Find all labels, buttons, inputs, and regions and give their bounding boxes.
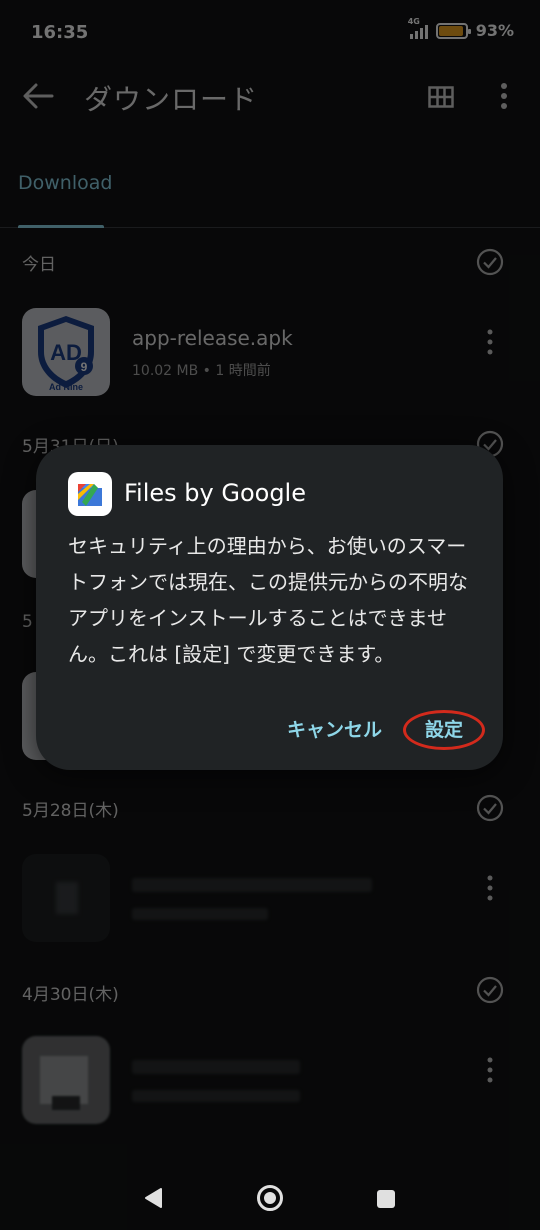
- file-thumbnail: [22, 854, 110, 942]
- status-time: 16:35: [31, 22, 89, 43]
- battery-percent: 93%: [475, 21, 514, 40]
- blurred-file-meta: [132, 1090, 300, 1102]
- dialog-message: セキュリティ上の理由から、お使いのスマートフォンでは現在、この提供元からの不明な…: [68, 534, 468, 666]
- item-more-icon[interactable]: [482, 874, 498, 902]
- status-icons: 4G 93%: [408, 17, 514, 41]
- file-name: app-release.apk: [132, 326, 293, 350]
- back-triangle-icon[interactable]: [143, 1187, 163, 1209]
- section-header-may28: 5月28日(木): [22, 801, 119, 821]
- blurred-file-meta: [132, 908, 268, 920]
- section-header-apr30: 4月30日(木): [22, 985, 119, 1005]
- settings-button[interactable]: 設定: [425, 715, 463, 742]
- cancel-button[interactable]: キャンセル: [287, 715, 382, 742]
- list-item[interactable]: AD 9 Ad Nine app-release.apk 10.02 MB • …: [0, 306, 540, 402]
- tab-download[interactable]: Download: [18, 172, 112, 194]
- signal-icon: 4G: [408, 17, 428, 39]
- files-by-google-icon: [68, 472, 112, 516]
- section-header-partial: 5: [22, 612, 33, 632]
- system-nav-bar: [0, 1160, 540, 1230]
- battery-icon: [435, 22, 471, 39]
- blurred-file-name: [132, 878, 372, 892]
- more-options-icon[interactable]: [496, 82, 512, 110]
- svg-text:Ad Nine: Ad Nine: [49, 382, 83, 392]
- file-thumbnail: [22, 1036, 110, 1124]
- recents-square-icon[interactable]: [376, 1189, 396, 1209]
- screen: 16:35 4G 93% ダウンロード Download 今日 AD 9 Ad …: [0, 0, 540, 1230]
- back-arrow-icon[interactable]: [22, 82, 54, 110]
- status-bar: 16:35 4G 93%: [0, 0, 540, 64]
- select-all-check-icon[interactable]: [476, 976, 504, 1004]
- home-circle-icon[interactable]: [256, 1184, 284, 1212]
- section-header-today: 今日: [22, 255, 56, 275]
- app-bar: ダウンロード: [0, 64, 540, 128]
- dialog-title: Files by Google: [124, 479, 306, 507]
- blurred-file-name: [132, 1060, 300, 1074]
- select-all-check-icon[interactable]: [476, 794, 504, 822]
- item-more-icon[interactable]: [482, 328, 498, 356]
- list-item[interactable]: [0, 1034, 540, 1130]
- tab-bar: Download: [0, 150, 540, 228]
- svg-text:9: 9: [81, 360, 88, 374]
- list-item[interactable]: [0, 852, 540, 948]
- page-title: ダウンロード: [84, 83, 259, 116]
- file-meta: 10.02 MB • 1 時間前: [132, 363, 271, 379]
- select-all-check-icon[interactable]: [476, 248, 504, 276]
- tab-indicator: [18, 225, 104, 228]
- install-blocked-dialog: Files by Google セキュリティ上の理由から、お使いのスマートフォン…: [36, 445, 503, 770]
- grid-view-icon[interactable]: [428, 86, 454, 108]
- item-more-icon[interactable]: [482, 1056, 498, 1084]
- adnine-app-icon: AD 9 Ad Nine: [22, 308, 110, 396]
